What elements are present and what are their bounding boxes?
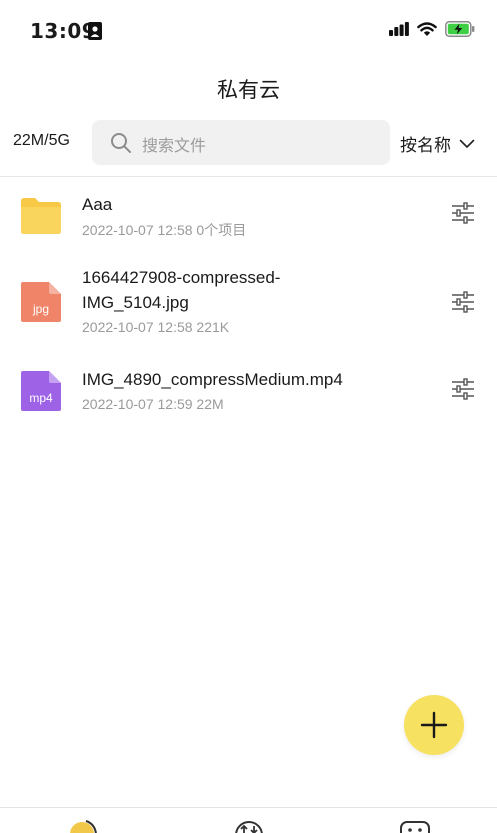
search-icon: [111, 133, 131, 153]
add-button[interactable]: [404, 695, 464, 755]
cloud-icon[interactable]: [66, 816, 100, 833]
signal-icon: [389, 22, 409, 36]
wifi-icon: [417, 21, 437, 36]
jpg-file-icon: jpg: [21, 282, 61, 322]
file-meta: 2022-10-07 12:58 0个项目: [82, 222, 247, 238]
page-title: 私有云: [217, 78, 280, 102]
file-meta: 2022-10-07 12:59 22M: [82, 396, 224, 412]
file-row-jpg[interactable]: jpg 1664427908-compressed-IMG_5104.jpg 2…: [0, 257, 497, 343]
file-row-folder[interactable]: Aaa 2022-10-07 12:58 0个项目: [0, 177, 497, 247]
search-input[interactable]: 搜索文件: [92, 120, 390, 165]
jpg-file-icon-label: jpg: [32, 302, 49, 316]
battery-charging-icon: [445, 21, 475, 37]
file-name: IMG_4890_compressMedium.mp4: [82, 370, 343, 389]
search-placeholder: 搜索文件: [142, 136, 207, 155]
settings-sliders-icon[interactable]: [451, 291, 475, 313]
storage-quota: 22M/5G: [13, 132, 70, 149]
tab-bar: [0, 807, 497, 833]
mp4-file-icon: mp4: [21, 371, 61, 411]
chevron-down-icon: [459, 139, 475, 148]
file-name: 1664427908-compressed-IMG_5104.jpg: [82, 268, 281, 312]
transfer-icon[interactable]: [232, 816, 266, 833]
plus-icon: [420, 711, 448, 739]
file-row-mp4[interactable]: mp4 IMG_4890_compressMedium.mp4 2022-10-…: [0, 357, 497, 427]
settings-sliders-icon[interactable]: [451, 378, 475, 400]
status-bar: 13:09: [0, 0, 497, 62]
status-indicators: [389, 21, 475, 37]
mp4-file-icon-label: mp4: [29, 391, 53, 405]
file-name: Aaa: [82, 195, 113, 214]
toolbar: 22M/5G 搜索文件 按名称: [0, 120, 497, 166]
file-meta: 2022-10-07 12:58 221K: [82, 319, 230, 335]
profile-icon[interactable]: [398, 816, 432, 833]
settings-sliders-icon[interactable]: [451, 202, 475, 224]
sort-label: 按名称: [400, 136, 451, 156]
status-time: 13:09: [30, 19, 97, 43]
sort-dropdown[interactable]: 按名称: [400, 131, 475, 156]
folder-icon: [21, 198, 61, 234]
contact-card-icon: [88, 22, 102, 40]
